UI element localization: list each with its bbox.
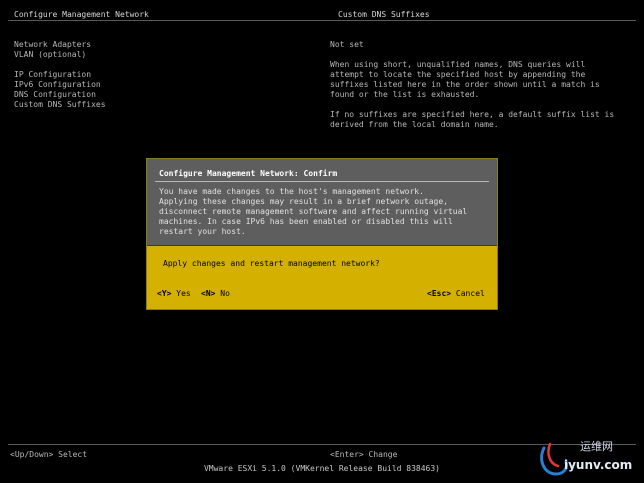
detail-title: Custom DNS Suffixes — [338, 10, 430, 19]
cancel-button[interactable]: <Esc> Cancel — [427, 289, 485, 299]
no-label: No — [220, 289, 230, 298]
confirm-dialog: Configure Management Network: Confirm Yo… — [146, 158, 498, 310]
dialog-divider — [155, 181, 489, 182]
footer-change-hint: <Enter> Change — [330, 450, 398, 459]
menu-item-ip-configuration[interactable]: IP Configuration — [14, 70, 214, 80]
dialog-message: You have made changes to the host's mana… — [159, 187, 468, 236]
cancel-label: Cancel — [455, 289, 485, 298]
dialog-header-area: Configure Management Network: Confirm Yo… — [147, 159, 497, 246]
menu-item-vlan[interactable]: VLAN (optional) — [14, 50, 214, 60]
yes-button[interactable]: <Y> Yes — [157, 289, 191, 299]
watermark-cn-text: 运维网 — [580, 440, 613, 453]
detail-default-note: If no suffixes are specified here, a def… — [330, 110, 615, 129]
dialog-title: Configure Management Network: Confirm — [159, 169, 338, 178]
dialog-actions: <Y> Yes <N> No <Esc> Cancel — [147, 289, 497, 301]
header-bar: Configure Management Network Custom DNS … — [8, 8, 636, 21]
menu-spacer — [14, 60, 214, 70]
menu-item-custom-dns-suffixes[interactable]: Custom DNS Suffixes — [14, 100, 214, 110]
dialog-question: Apply changes and restart management net… — [163, 259, 380, 268]
detail-description: When using short, unqualified names, DNS… — [330, 60, 600, 99]
menu-list: Network Adapters VLAN (optional) IP Conf… — [14, 40, 214, 110]
no-key-hint: <N> — [201, 289, 216, 298]
yes-label: Yes — [176, 289, 191, 298]
watermark-url: iyunv.com — [564, 458, 633, 472]
menu-item-ipv6-configuration[interactable]: IPv6 Configuration — [14, 80, 214, 90]
page-title: Configure Management Network — [14, 10, 149, 19]
esxi-dcui-screen: Configure Management Network Custom DNS … — [0, 0, 644, 483]
footer-select-hint: <Up/Down> Select — [10, 450, 88, 459]
detail-status: Not set — [330, 40, 364, 49]
yes-key-hint: <Y> — [157, 289, 172, 298]
watermark-logo: 运维网 iyunv.com — [536, 440, 640, 480]
cancel-key-hint: <Esc> — [427, 289, 452, 298]
no-button[interactable]: <N> No — [201, 289, 230, 299]
menu-item-dns-configuration[interactable]: DNS Configuration — [14, 90, 214, 100]
menu-item-network-adapters[interactable]: Network Adapters — [14, 40, 214, 50]
detail-panel: Not set When using short, unqualified na… — [330, 40, 620, 140]
